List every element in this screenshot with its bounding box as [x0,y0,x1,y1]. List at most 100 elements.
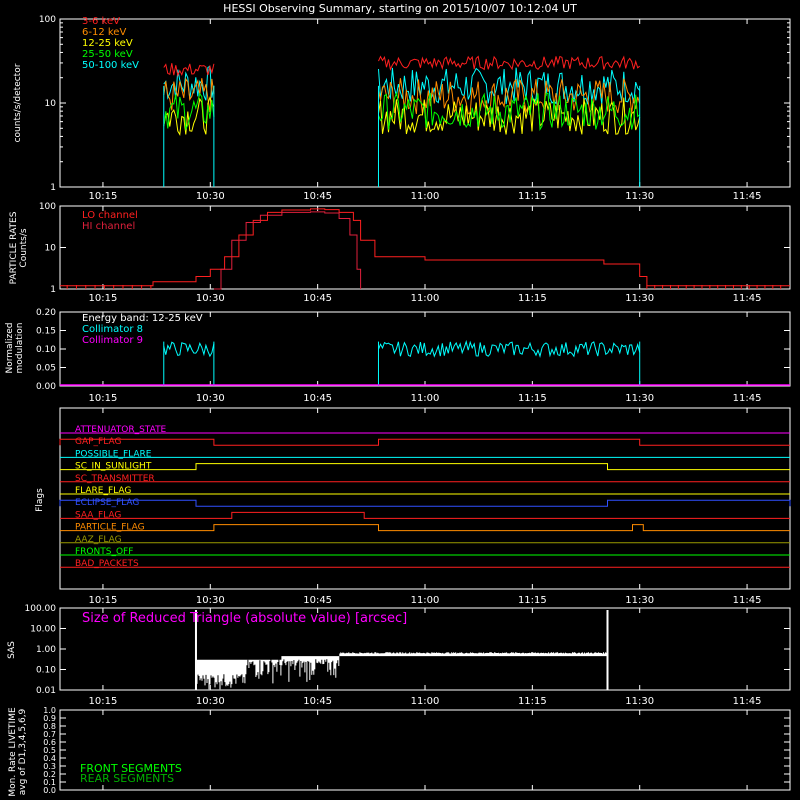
modulation-legend-entry: Collimator 9 [82,335,143,346]
flags-xtick-label: 11:00 [411,595,440,606]
sas-ytick-label: 0.10 [36,666,56,676]
sas-xtick-label: 11:45 [733,696,762,707]
count-rate-line [163,96,641,137]
livetime-ytick-label: 0.8 [43,722,56,731]
flags-xtick-label: 10:15 [89,595,118,606]
sas-xtick-label: 10:15 [89,696,118,707]
sas-xtick-label: 11:15 [518,696,547,707]
livetime-ytick-label: 0.3 [43,762,56,771]
count-rates-xtick-label: 10:15 [89,191,118,202]
sas-xtick-label: 11:00 [411,696,440,707]
sas-ytick-label: 0.01 [36,686,56,696]
count-rates-ytick-label: 10 [45,99,57,109]
sas-xtick-label: 10:45 [303,696,332,707]
livetime-ytick-label: 0.2 [43,770,56,779]
flags-panel-frame [59,407,791,590]
particle-rates-panel-frame [59,205,791,290]
count-rates-xtick-label: 10:30 [196,191,225,202]
flag-label: SC_IN_SUNLIGHT [75,462,152,472]
modulation-legend-entry: Collimator 8 [82,324,143,335]
particle-rates-ytick-label: 100 [39,202,56,212]
flag-label: BAD_PACKETS [75,559,139,569]
livetime-ytick-label: 0.7 [43,730,56,739]
modulation-xtick-label: 11:45 [733,393,762,404]
livetime-ytick-label: 0.0 [43,786,56,795]
sas-line [195,652,607,690]
modulation-ytick-label: 0.05 [36,364,56,374]
particle-rates-xtick-label: 11:15 [518,293,547,304]
particle-rates-legend-entry: LO channel [82,210,138,221]
sas-ytick-label: 1.00 [36,645,56,655]
figure-canvas: HESSI Observing Summary, starting on 201… [0,0,800,800]
count-rates-legend-entry: 6-12 keV [82,27,126,38]
modulation-ytick-label: 0.15 [36,327,56,337]
particle-rates-xtick-label: 10:30 [196,293,225,304]
count-rates-xtick-label: 11:45 [733,191,762,202]
modulation-ytick-label: 0.10 [36,345,56,355]
count-rate-line [163,55,641,78]
particle-rate-line [213,211,362,290]
particle-rates-ylabel: PARTICLE RATES [9,211,19,284]
flag-label: ATTENUATOR_STATE [75,425,167,435]
particle-rates-xtick-label: 11:00 [411,293,440,304]
count-rates-legend-entry: 12-25 keV [82,38,133,49]
modulation-xtick-label: 10:15 [89,393,118,404]
sas-ylabel: SAS [7,641,17,659]
count-rates-xtick-label: 11:00 [411,191,440,202]
flags-xtick-label: 10:45 [303,595,332,606]
modulation-ylabel: modulation [15,323,25,374]
flag-label: SC_TRANSMITTER [75,474,155,484]
livetime-ytick-label: 0.4 [43,754,56,763]
modulation-annotation: Energy band: 12-25 keV [82,313,203,324]
count-rates-legend-entry: 25-50 keV [82,49,133,60]
sas-xtick-label: 10:30 [196,696,225,707]
count-rates-xtick-label: 11:15 [518,191,547,202]
flag-label: AAZ_FLAG [75,535,122,545]
chart-title: HESSI Observing Summary, starting on 201… [223,2,577,15]
flag-line [59,499,791,507]
sas-ytick-label: 10.00 [30,625,56,635]
particle-rates-ylabel: Counts/s [19,228,29,267]
livetime-ytick-label: 0.6 [43,738,56,747]
particle-rates-ytick-label: 10 [45,244,57,254]
flag-label: ECLIPSE_FLAG [75,498,139,508]
flags-ylabel: Flags [35,488,45,512]
particle-rates-ytick-label: 1 [50,285,56,295]
particle-rates-xtick-label: 10:45 [303,293,332,304]
modulation-xtick-label: 10:45 [303,393,332,404]
particle-rate-line [60,208,790,287]
modulation-xtick-label: 10:30 [196,393,225,404]
modulation-line [163,341,215,358]
particle-rates-xtick-label: 10:15 [89,293,118,304]
livetime-ylabel: Mon. Rate LIVETIME [8,707,18,797]
flag-line [60,524,790,532]
flags-xtick-label: 11:30 [625,595,654,606]
modulation-ylabel: Normalized [5,322,15,373]
flag-label: SAA_FLAG [75,510,121,520]
flag-line [59,438,790,446]
hessi-summary-figure: HESSI Observing Summary, starting on 201… [5,2,791,797]
livetime-ylabel: avg of D1,3,4,5,6,9 [18,708,28,795]
count-rates-ylabel: counts/s/detector [13,63,23,142]
sas-xtick-label: 11:30 [625,696,654,707]
count-rates-legend-entry: 50-100 keV [82,60,139,71]
livetime-ytick-label: 0.1 [43,778,56,787]
livetime-ytick-label: 0.9 [43,714,56,723]
count-rates-xtick-label: 11:30 [625,191,654,202]
particle-rates-xtick-label: 11:30 [625,293,654,304]
count-rates-ytick-label: 1 [50,183,56,193]
modulation-xtick-label: 11:00 [411,393,440,404]
sas-ytick-label: 100.00 [25,604,57,614]
flag-label: PARTICLE_FLAG [75,523,145,533]
flag-label: GAP_FLAG [75,437,121,447]
flags-xtick-label: 11:15 [518,595,547,606]
modulation-ytick-label: 0.00 [36,382,56,392]
livetime-ytick-label: 1.0 [43,706,56,715]
count-rates-legend-entry: 3-6 keV [82,16,120,27]
livetime-legend-entry: REAR SEGMENTS [80,772,174,785]
sas-legend-entry: Size of Reduced Triangle (absolute value… [82,611,407,626]
flags-xtick-label: 10:30 [196,595,225,606]
flag-label: FLARE_FLAG [75,486,131,496]
count-rates-ytick-label: 100 [39,15,56,25]
particle-rates-legend-entry: HI channel [82,221,135,232]
